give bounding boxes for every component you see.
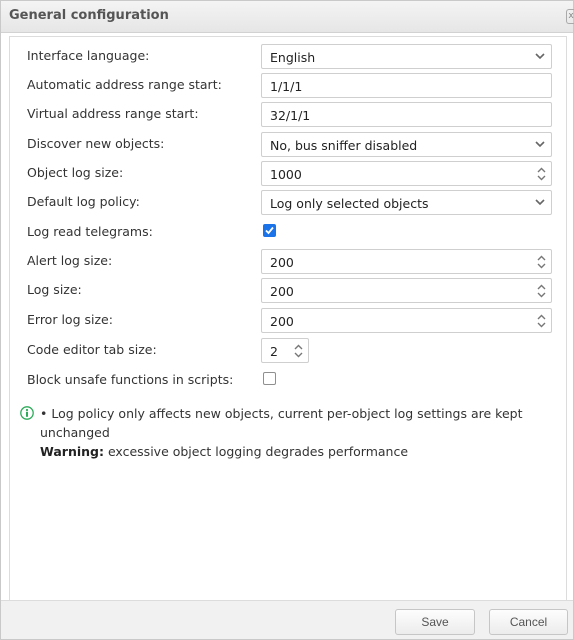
alert-log-size-stepper[interactable]: 200 [261, 249, 552, 274]
error-log-size-stepper[interactable]: 200 [261, 308, 552, 333]
spinner[interactable] [531, 250, 551, 273]
chevron-down-icon [537, 175, 545, 180]
default-log-policy-label: Default log policy: [27, 194, 140, 209]
alert-log-size-value: 200 [270, 255, 294, 270]
default-log-policy-value: Log only selected objects [270, 196, 429, 211]
interface-language-select[interactable]: English [261, 44, 552, 69]
info-text-line1: • Log policy only affects new objects, c… [40, 406, 523, 421]
row-code-editor-tab-size: Code editor tab size: 2 [10, 337, 566, 365]
auto-address-start-input[interactable]: 1/1/1 [261, 73, 552, 98]
discover-new-objects-select[interactable]: No, bus sniffer disabled [261, 132, 552, 157]
row-alert-log-size: Alert log size: 200 [10, 248, 566, 276]
spinner[interactable] [531, 309, 551, 332]
virtual-address-start-label: Virtual address range start: [27, 106, 199, 121]
discover-new-objects-value: No, bus sniffer disabled [270, 138, 418, 153]
row-interface-language: Interface language: English [10, 43, 566, 71]
warning-text: Warning: excessive object logging degrad… [40, 442, 550, 461]
chevron-down-icon[interactable] [529, 45, 551, 68]
block-unsafe-functions-label: Block unsafe functions in scripts: [27, 372, 234, 387]
row-virtual-address-start: Virtual address range start: 32/1/1 [10, 101, 566, 129]
row-error-log-size: Error log size: 200 [10, 307, 566, 335]
dialog-body: Interface language: English Automatic ad… [9, 36, 567, 601]
chevron-up-icon [537, 167, 545, 172]
info-text-line2: unchanged [40, 425, 110, 440]
error-log-size-value: 200 [270, 314, 294, 329]
dialog-titlebar: General configuration x [1, 1, 574, 33]
log-size-value: 200 [270, 284, 294, 299]
virtual-address-start-input[interactable]: 32/1/1 [261, 102, 552, 127]
discover-new-objects-label: Discover new objects: [27, 136, 165, 151]
row-block-unsafe-functions: Block unsafe functions in scripts: [10, 367, 566, 395]
dialog-title: General configuration [9, 8, 169, 23]
object-log-size-stepper[interactable]: 1000 [261, 161, 552, 186]
save-button[interactable]: Save [395, 609, 475, 635]
code-editor-tab-size-label: Code editor tab size: [27, 342, 157, 357]
close-icon[interactable]: x [566, 9, 574, 24]
log-size-stepper[interactable]: 200 [261, 278, 552, 303]
log-read-telegrams-label: Log read telegrams: [27, 224, 153, 239]
info-icon [20, 406, 34, 420]
cancel-button[interactable]: Cancel [489, 609, 568, 635]
spinner[interactable] [288, 339, 308, 362]
warning-label: Warning: [40, 444, 104, 459]
row-object-log-size: Object log size: 1000 [10, 160, 566, 188]
chevron-up-icon [294, 344, 302, 349]
log-size-label: Log size: [27, 282, 82, 297]
code-editor-tab-size-value: 2 [270, 344, 278, 359]
warning-message: excessive object logging degrades perfor… [103, 444, 409, 459]
chevron-down-icon[interactable] [529, 133, 551, 156]
auto-address-start-label: Automatic address range start: [27, 77, 222, 92]
general-configuration-dialog: General configuration x Interface langua… [0, 0, 574, 640]
spinner[interactable] [531, 279, 551, 302]
log-read-telegrams-checkbox[interactable] [263, 224, 276, 237]
chevron-up-icon [537, 284, 545, 289]
interface-language-label: Interface language: [27, 48, 150, 63]
row-auto-address-start: Automatic address range start: 1/1/1 [10, 72, 566, 100]
chevron-down-icon [537, 322, 545, 327]
chevron-down-icon [294, 352, 302, 357]
chevron-up-icon [537, 255, 545, 260]
error-log-size-label: Error log size: [27, 312, 113, 327]
row-log-read-telegrams: Log read telegrams: [10, 219, 566, 247]
virtual-address-start-value: 32/1/1 [270, 108, 311, 123]
row-default-log-policy: Default log policy: Log only selected ob… [10, 189, 566, 217]
checkmark-icon [265, 226, 274, 235]
dialog-footer: Save Cancel [1, 600, 573, 639]
info-note: • Log policy only affects new objects, c… [20, 404, 550, 461]
code-editor-tab-size-stepper[interactable]: 2 [261, 338, 309, 363]
alert-log-size-label: Alert log size: [27, 253, 113, 268]
chevron-up-icon [537, 314, 545, 319]
default-log-policy-select[interactable]: Log only selected objects [261, 190, 552, 215]
object-log-size-label: Object log size: [27, 165, 124, 180]
spinner[interactable] [531, 162, 551, 185]
object-log-size-value: 1000 [270, 167, 302, 182]
row-discover-new-objects: Discover new objects: No, bus sniffer di… [10, 131, 566, 159]
chevron-down-icon [537, 263, 545, 268]
auto-address-start-value: 1/1/1 [270, 79, 303, 94]
row-log-size: Log size: 200 [10, 277, 566, 305]
interface-language-value: English [270, 50, 316, 65]
chevron-down-icon [537, 292, 545, 297]
block-unsafe-functions-checkbox[interactable] [263, 372, 276, 385]
chevron-down-icon[interactable] [529, 191, 551, 214]
